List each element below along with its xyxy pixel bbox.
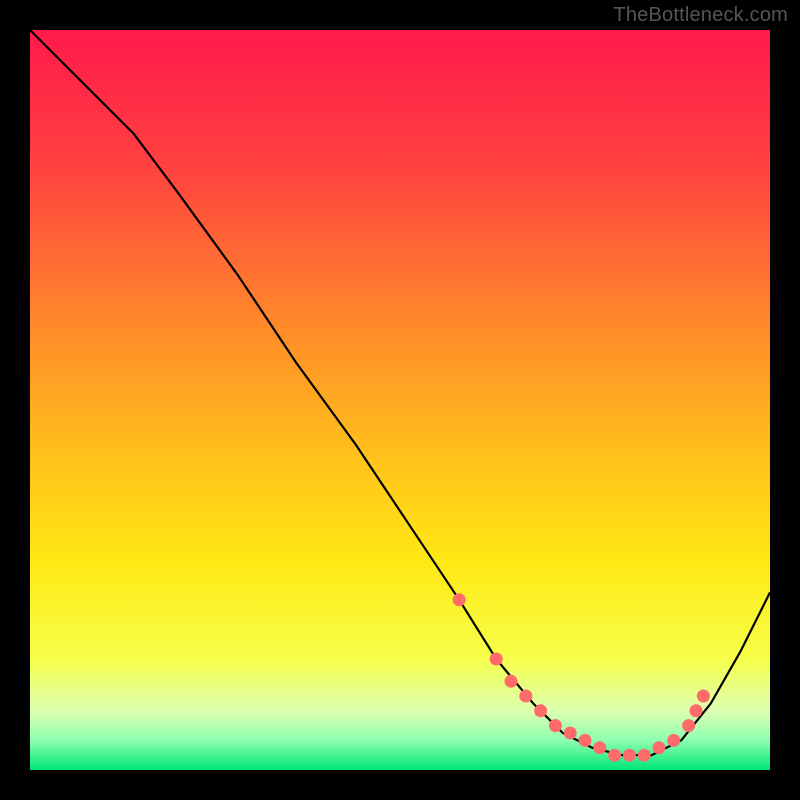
plot-area [30,30,770,770]
watermark-text: TheBottleneck.com [613,4,788,27]
marker-dot [653,741,666,754]
marker-dot [667,734,680,747]
marker-dot [682,719,695,732]
marker-dot [638,749,651,762]
marker-dot [564,727,577,740]
marker-dot [549,719,562,732]
chart-stage: TheBottleneck.com [0,0,800,800]
marker-dot [519,690,532,703]
marker-dot [623,749,636,762]
gradient-background [30,30,770,770]
marker-dot [593,741,606,754]
marker-dot [453,593,466,606]
marker-dot [490,653,503,666]
marker-dot [690,704,703,717]
marker-dot [505,675,518,688]
marker-dot [579,734,592,747]
marker-dot [697,690,710,703]
marker-dot [608,749,621,762]
marker-dot [534,704,547,717]
plot-svg [30,30,770,770]
